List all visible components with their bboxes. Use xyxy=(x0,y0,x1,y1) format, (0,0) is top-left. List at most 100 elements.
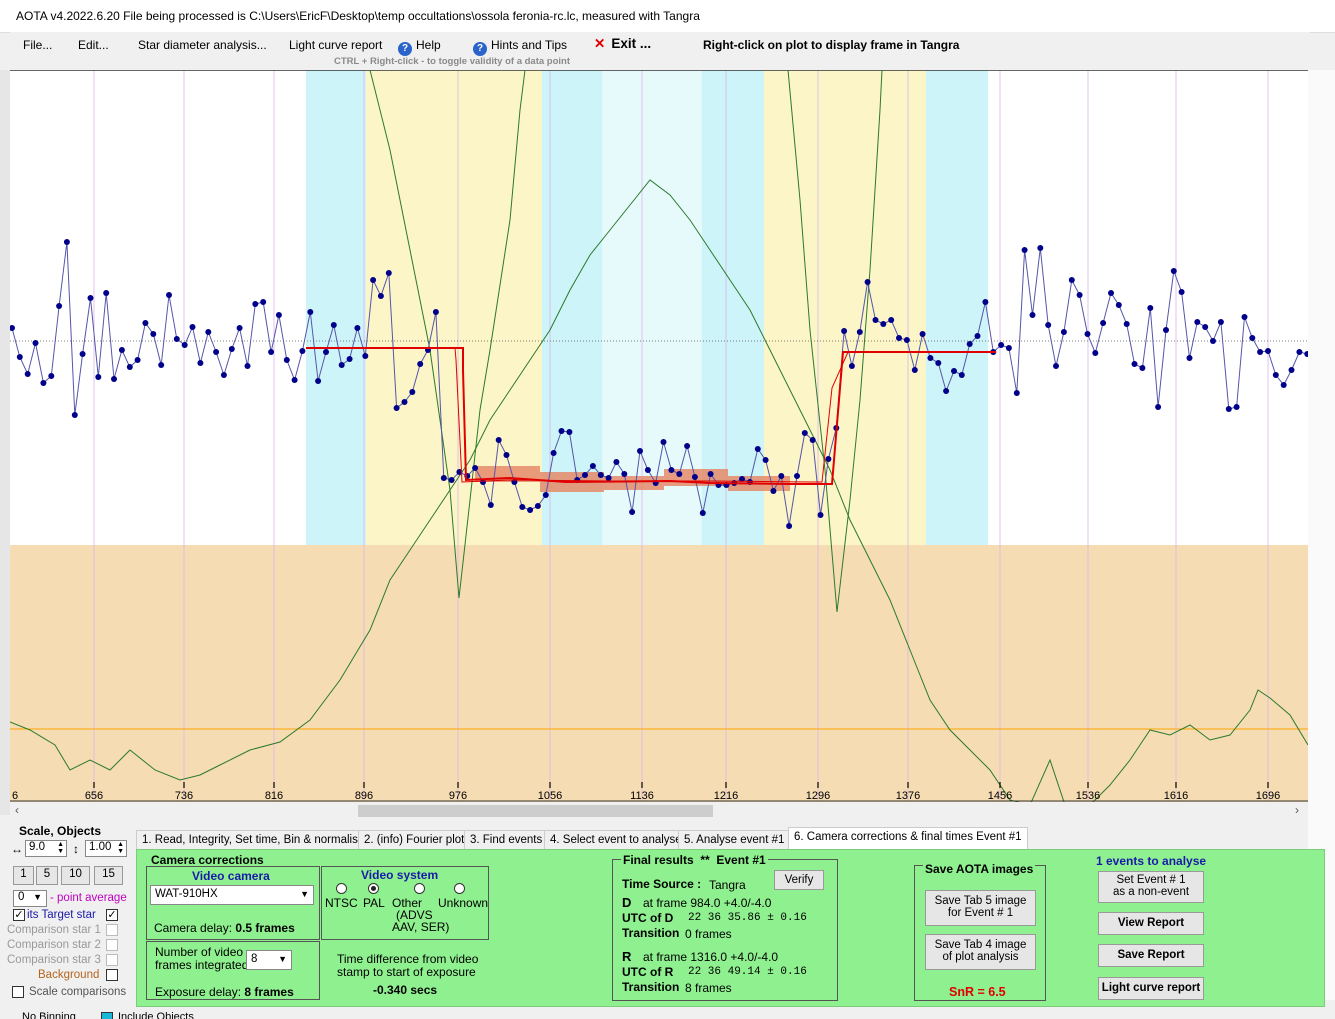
scale-comparisons-checkbox[interactable] xyxy=(12,986,24,998)
data-point[interactable] xyxy=(275,312,282,318)
data-point[interactable] xyxy=(448,477,455,483)
data-point[interactable] xyxy=(432,309,439,315)
scale-5-button[interactable]: 5 xyxy=(36,866,58,885)
data-point[interactable] xyxy=(487,502,494,508)
data-point[interactable] xyxy=(872,317,879,323)
data-point[interactable] xyxy=(409,389,416,395)
data-point[interactable] xyxy=(1076,292,1083,298)
comp-star-2-checkbox[interactable] xyxy=(106,939,118,951)
data-point[interactable] xyxy=(503,452,510,458)
data-point[interactable] xyxy=(1029,312,1036,318)
data-point[interactable] xyxy=(951,368,957,374)
data-point[interactable] xyxy=(919,331,926,337)
menu-edit[interactable]: Edit... xyxy=(78,38,109,52)
pal-radio[interactable] xyxy=(368,883,379,894)
data-point[interactable] xyxy=(856,329,863,335)
data-point[interactable] xyxy=(534,503,541,509)
data-point[interactable] xyxy=(786,523,793,529)
point-average-select[interactable]: 0 ▼ xyxy=(13,890,47,907)
data-point[interactable] xyxy=(754,446,761,452)
scroll-thumb[interactable] xyxy=(358,805,713,817)
scroll-right-icon[interactable]: › xyxy=(1295,803,1299,817)
data-point[interactable] xyxy=(644,467,651,473)
data-point[interactable] xyxy=(189,324,196,330)
save-report-button[interactable]: Save Report xyxy=(1098,944,1204,967)
tab-read-integrity[interactable]: 1. Read, Integrity, Set time, Bin & norm… xyxy=(136,830,371,849)
unknown-radio[interactable] xyxy=(454,883,465,894)
data-point[interactable] xyxy=(770,488,777,494)
data-point[interactable] xyxy=(24,371,31,377)
data-point[interactable] xyxy=(1053,363,1059,369)
include-objects-checkbox[interactable] xyxy=(101,1012,113,1019)
data-point[interactable] xyxy=(1139,365,1146,371)
data-point[interactable] xyxy=(1170,268,1177,274)
scroll-left-icon[interactable]: ‹ xyxy=(15,803,19,817)
data-point[interactable] xyxy=(1265,348,1271,354)
data-point[interactable] xyxy=(377,293,384,299)
data-point[interactable] xyxy=(629,509,636,515)
data-point[interactable] xyxy=(582,472,588,478)
scale-15-button[interactable]: 15 xyxy=(94,866,123,885)
data-point[interactable] xyxy=(1249,335,1256,341)
data-point[interactable] xyxy=(166,292,172,298)
data-point[interactable] xyxy=(1288,367,1295,373)
data-point[interactable] xyxy=(1186,355,1193,361)
data-point[interactable] xyxy=(566,429,573,435)
data-point[interactable] xyxy=(118,347,125,353)
data-point[interactable] xyxy=(79,351,86,357)
data-point[interactable] xyxy=(707,471,714,477)
data-point[interactable] xyxy=(1131,361,1138,367)
menu-file[interactable]: File... xyxy=(23,38,52,52)
data-point[interactable] xyxy=(1147,305,1154,311)
data-point[interactable] xyxy=(472,465,479,471)
background-checkbox[interactable] xyxy=(106,969,118,981)
target-star-checkbox[interactable]: ✓ xyxy=(106,909,118,921)
data-point[interactable] xyxy=(315,378,322,384)
light-curve-plot[interactable]: 656 736 816 896 976 1056 1136 1216 1296 1376 1456 1… xyxy=(10,70,1308,802)
data-point[interactable] xyxy=(1115,302,1122,308)
data-point[interactable] xyxy=(801,430,808,436)
menu-hints[interactable]: ? Hints and Tips xyxy=(473,38,567,56)
tab-camera-corrections[interactable]: 6. Camera corrections & final times Even… xyxy=(788,827,1028,849)
data-point[interactable] xyxy=(150,331,157,337)
data-point[interactable] xyxy=(527,507,534,513)
data-point[interactable] xyxy=(660,439,667,445)
data-point[interactable] xyxy=(605,475,612,481)
data-point[interactable] xyxy=(903,337,910,343)
data-point[interactable] xyxy=(1241,314,1248,320)
target-checkbox-left[interactable]: ✓ xyxy=(13,909,25,921)
data-point[interactable] xyxy=(1084,331,1091,337)
data-point[interactable] xyxy=(927,355,934,361)
data-point[interactable] xyxy=(401,399,408,405)
data-point[interactable] xyxy=(354,325,361,331)
save-tab5-image-button[interactable]: Save Tab 5 image for Event # 1 xyxy=(925,890,1036,926)
data-point[interactable] xyxy=(880,321,887,327)
data-point[interactable] xyxy=(346,356,353,362)
v-scale-input[interactable]: 1.00 ▲ ▼ xyxy=(85,840,127,857)
data-point[interactable] xyxy=(1225,406,1232,412)
data-point[interactable] xyxy=(809,437,816,443)
menu-exit[interactable]: ✕ Exit ... xyxy=(594,36,651,52)
data-point[interactable] xyxy=(87,295,94,301)
data-point[interactable] xyxy=(778,473,785,479)
data-point[interactable] xyxy=(935,360,942,366)
data-point[interactable] xyxy=(260,299,267,305)
data-point[interactable] xyxy=(103,290,110,296)
data-point[interactable] xyxy=(236,325,243,331)
data-point[interactable] xyxy=(864,279,871,285)
data-point[interactable] xyxy=(597,472,604,478)
data-point[interactable] xyxy=(252,301,259,307)
data-point[interactable] xyxy=(958,372,965,378)
data-point[interactable] xyxy=(1155,404,1162,410)
data-point[interactable] xyxy=(1092,350,1099,356)
data-point[interactable] xyxy=(362,353,369,359)
data-point[interactable] xyxy=(338,362,345,368)
data-point[interactable] xyxy=(48,373,55,379)
data-point[interactable] xyxy=(1296,349,1303,355)
data-point[interactable] xyxy=(330,322,337,328)
data-point[interactable] xyxy=(268,349,275,355)
data-point[interactable] xyxy=(558,428,565,434)
data-point[interactable] xyxy=(1100,320,1107,326)
other-radio[interactable] xyxy=(414,883,425,894)
data-point[interactable] xyxy=(637,448,643,454)
